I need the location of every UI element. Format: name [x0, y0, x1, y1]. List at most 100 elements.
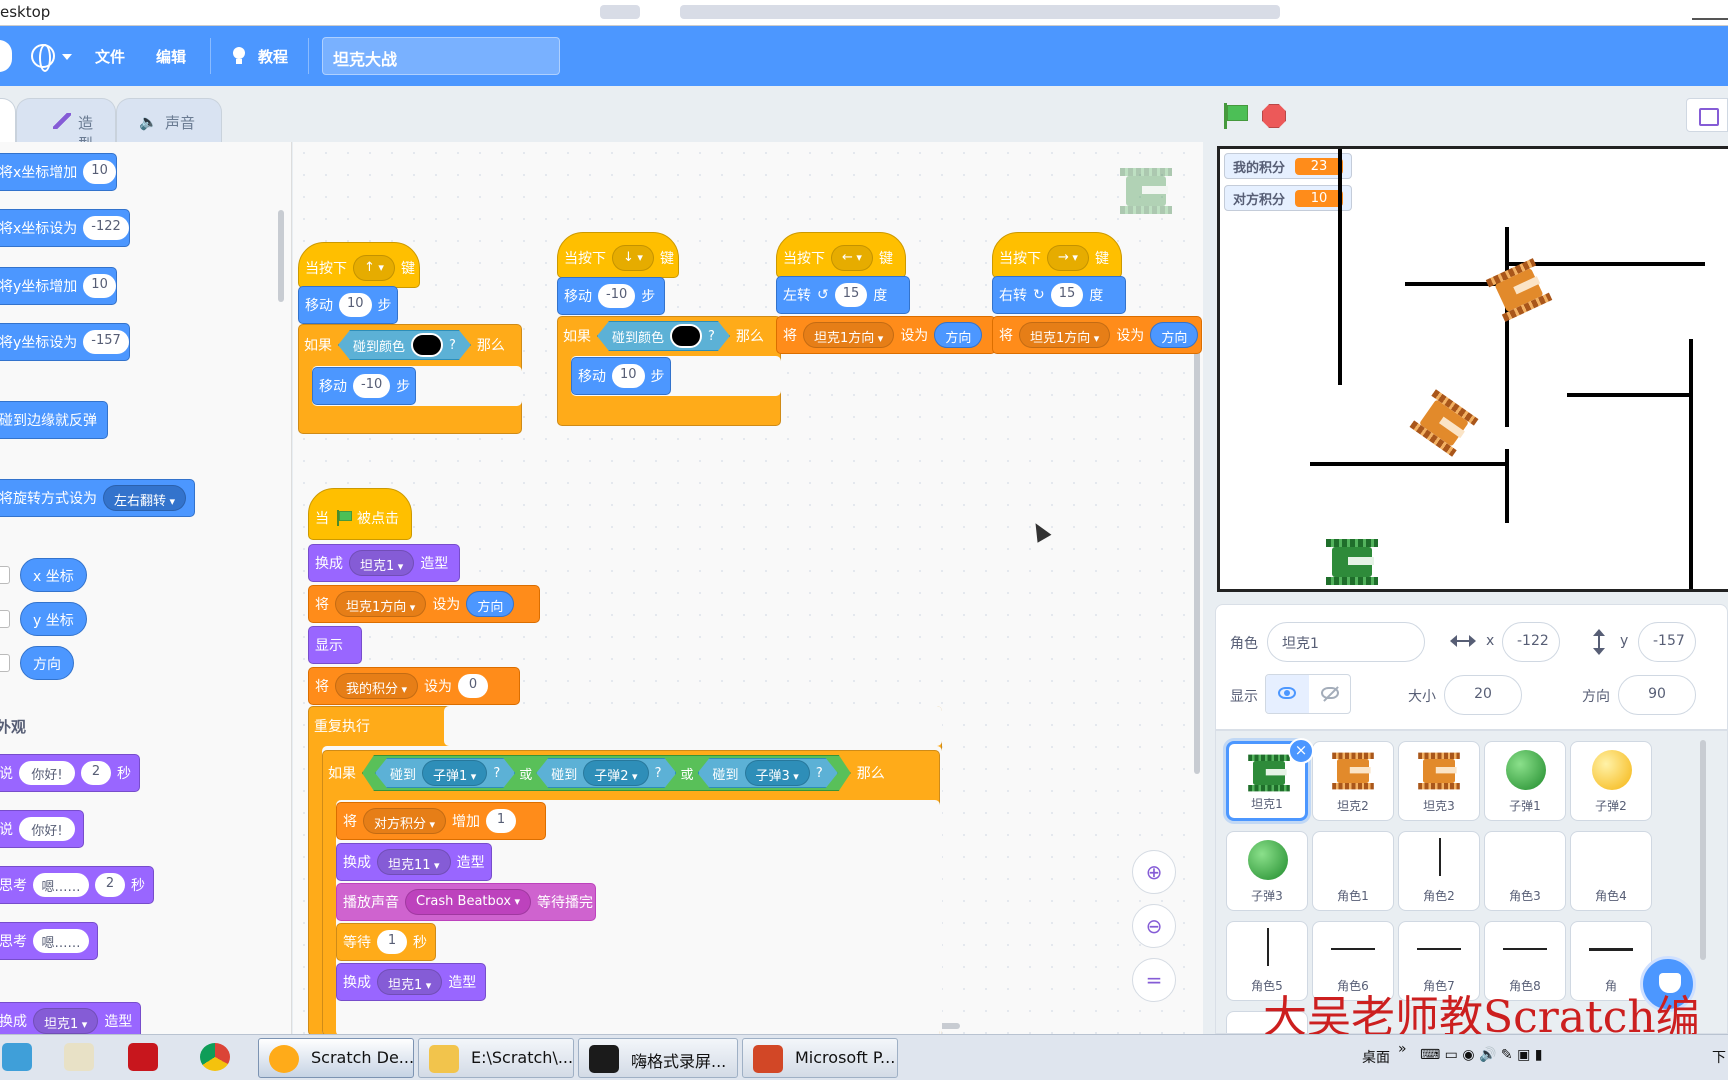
project-title-input[interactable]: 坦克大战 — [322, 37, 560, 75]
zoom-in-button[interactable]: ⊕ — [1132, 850, 1176, 894]
sprite-tile[interactable]: 子弹3 — [1226, 831, 1308, 911]
variable-dropdown[interactable]: 我的积分 — [335, 673, 419, 699]
key-dropdown[interactable]: ↓ — [612, 245, 654, 271]
block-switch-costume[interactable]: 换成坦克1 造型 — [336, 963, 486, 1001]
condition-touching-sprite[interactable]: 碰到子弹2? — [536, 758, 676, 788]
block-turn-right[interactable]: 右转 ↻ 15 度 — [992, 276, 1126, 314]
block-number-input[interactable]: 2 — [81, 761, 111, 785]
minimize-button[interactable] — [1692, 6, 1728, 20]
block-switch-costume[interactable]: 换成坦克1 造型 — [308, 544, 460, 582]
block-play-sound[interactable]: 播放声音 Crash Beatbox 等待播完 — [336, 883, 596, 921]
tab-sounds[interactable]: 🔈 声音 — [116, 98, 222, 142]
sprite-tile[interactable]: 坦克2 — [1312, 741, 1394, 821]
block-number-input[interactable]: 10 — [83, 160, 116, 184]
eye-off-icon[interactable] — [1321, 687, 1339, 699]
block-change-x[interactable]: 将x坐标增加 10 — [0, 153, 117, 191]
block-number-input[interactable]: 0 — [458, 674, 489, 698]
reporter-y-position[interactable]: y 坐标 — [20, 602, 87, 636]
reporter-x-position[interactable]: x 坐标 — [20, 558, 87, 592]
hat-when-key-right[interactable]: 当按下 → 键 — [992, 232, 1122, 278]
block-wait[interactable]: 等待 1 秒 — [336, 923, 436, 961]
taskbar-item-explorer[interactable]: E:\Scratch\... — [418, 1038, 574, 1078]
costume-dropdown[interactable]: 坦克11 — [377, 849, 451, 875]
costume-dropdown[interactable]: 坦克1 — [33, 1008, 99, 1034]
script-vertical-scrollbar[interactable] — [1194, 322, 1200, 774]
costume-dropdown[interactable]: 坦克1 — [377, 969, 443, 995]
block-number-input[interactable]: 10 — [612, 364, 645, 388]
block-set-x[interactable]: 将x坐标设为 -122 — [0, 209, 130, 247]
key-dropdown[interactable]: ↑ — [353, 255, 395, 281]
condition-touching-color[interactable]: 碰到颜色? — [597, 321, 730, 351]
block-think-secs[interactable]: 思考 嗯…… 2 秒 — [0, 866, 154, 904]
block-think[interactable]: 思考 嗯…… — [0, 922, 98, 960]
sprite-tile[interactable]: 角色3 — [1484, 831, 1566, 911]
checkbox-y[interactable] — [0, 610, 10, 628]
block-move[interactable]: 移动 10 步 — [298, 286, 398, 324]
block-switch-costume[interactable]: 换成坦克11 造型 — [336, 843, 492, 881]
block-number-input[interactable]: 1 — [377, 930, 407, 954]
block-number-input[interactable]: -157 — [83, 330, 129, 354]
variable-dropdown[interactable]: 坦克1方向 — [335, 591, 427, 617]
zoom-out-button[interactable]: ⊖ — [1132, 904, 1176, 948]
reporter-direction[interactable]: 方向 — [20, 646, 74, 680]
block-set-y[interactable]: 将y坐标设为 -157 — [0, 323, 130, 361]
sprite-tile[interactable]: 角色2 — [1398, 831, 1480, 911]
taskbar-item-powerpoint[interactable]: Microsoft P... — [742, 1038, 898, 1078]
sprite-tile[interactable]: 坦克3 — [1398, 741, 1480, 821]
block-switch-costume[interactable]: 换成坦克1 造型 — [0, 1002, 142, 1034]
rotation-style-dropdown[interactable]: 左右翻转 — [103, 485, 187, 511]
tank-sprite-green[interactable] — [1326, 539, 1378, 585]
tray-icons[interactable]: ⌨ ▭ ◉ 🔊 ✎ ▣ ▮ — [1420, 1047, 1542, 1063]
sound-dropdown[interactable]: Crash Beatbox — [405, 889, 532, 915]
block-number-input[interactable]: 15 — [1050, 283, 1084, 307]
costume-dropdown[interactable]: 坦克1 — [349, 550, 415, 576]
block-turn-left[interactable]: 左转 ↺ 15 度 — [776, 276, 910, 314]
block-set-variable[interactable]: 将坦克1方向设为方向 — [776, 316, 996, 354]
block-number-input[interactable]: 15 — [834, 283, 868, 307]
block-number-input[interactable]: 1 — [486, 809, 517, 833]
block-text-input[interactable]: 你好! — [19, 761, 75, 785]
y-position-input[interactable]: -157 — [1638, 622, 1696, 662]
block-move[interactable]: 移动 -10 步 — [557, 277, 665, 315]
sprite-dropdown[interactable]: 子弹2 — [583, 760, 648, 786]
stage-layout-button[interactable] — [1686, 98, 1728, 132]
tank-sprite-orange[interactable] — [1485, 258, 1553, 322]
variable-dropdown[interactable]: 坦克1方向 — [803, 322, 895, 348]
block-rotation-style[interactable]: 将旋转方式设为 左右翻转 — [0, 479, 196, 517]
notepad-icon[interactable] — [64, 1043, 94, 1071]
block-bounce[interactable]: 碰到边缘就反弹 — [0, 401, 108, 439]
condition-touching-sprite[interactable]: 碰到子弹1? — [375, 758, 515, 788]
x-position-input[interactable]: -122 — [1502, 622, 1560, 662]
checkbox-x[interactable] — [0, 566, 10, 584]
taskbar-item-recorder[interactable]: 嗨格式录屏... — [578, 1038, 738, 1078]
menu-edit[interactable]: 编辑 — [156, 46, 186, 67]
zoom-reset-button[interactable]: = — [1132, 958, 1176, 1002]
block-number-input[interactable]: -122 — [83, 216, 129, 240]
block-set-variable[interactable]: 将坦克1方向设为方向 — [992, 316, 1202, 354]
scratch-logo[interactable] — [0, 40, 12, 72]
menu-tutorial[interactable]: 教程 — [258, 46, 288, 67]
desktop-toolbar-label[interactable]: 桌面 — [1362, 1047, 1390, 1067]
pinned-app-icon[interactable] — [2, 1043, 32, 1071]
block-say-secs[interactable]: 说你好! 2 秒 — [0, 754, 140, 792]
delete-sprite-button[interactable]: × — [1288, 738, 1314, 764]
condition-touching-sprite[interactable]: 碰到子弹3? — [698, 758, 838, 788]
stock-app-icon[interactable] — [128, 1043, 158, 1071]
block-change-y[interactable]: 将y坐标增加 10 — [0, 267, 117, 305]
size-input[interactable]: 20 — [1444, 675, 1522, 715]
block-number-input[interactable]: 2 — [95, 873, 125, 897]
sprite-tile[interactable]: 子弹1 — [1484, 741, 1566, 821]
block-show[interactable]: 显示 — [308, 626, 362, 664]
sprite-tile[interactable]: 子弹2 — [1570, 741, 1652, 821]
hat-when-flag-clicked[interactable]: 当 被点击 — [308, 488, 412, 540]
hat-when-key-up[interactable]: 当按下 ↑ 键 — [298, 242, 420, 288]
chrome-icon[interactable] — [200, 1043, 230, 1071]
tab-code[interactable] — [0, 98, 16, 142]
block-set-score[interactable]: 将我的积分设为 0 — [308, 667, 520, 705]
tab-costumes[interactable]: 造型 — [16, 98, 116, 153]
block-text-input[interactable]: 嗯…… — [33, 873, 89, 897]
taskbar-item-scratch[interactable]: Scratch De... — [258, 1038, 414, 1078]
block-change-variable[interactable]: 将对方积分增加 1 — [336, 802, 546, 840]
reporter-direction[interactable]: 方向 — [934, 322, 983, 348]
block-say[interactable]: 说你好! — [0, 810, 84, 848]
